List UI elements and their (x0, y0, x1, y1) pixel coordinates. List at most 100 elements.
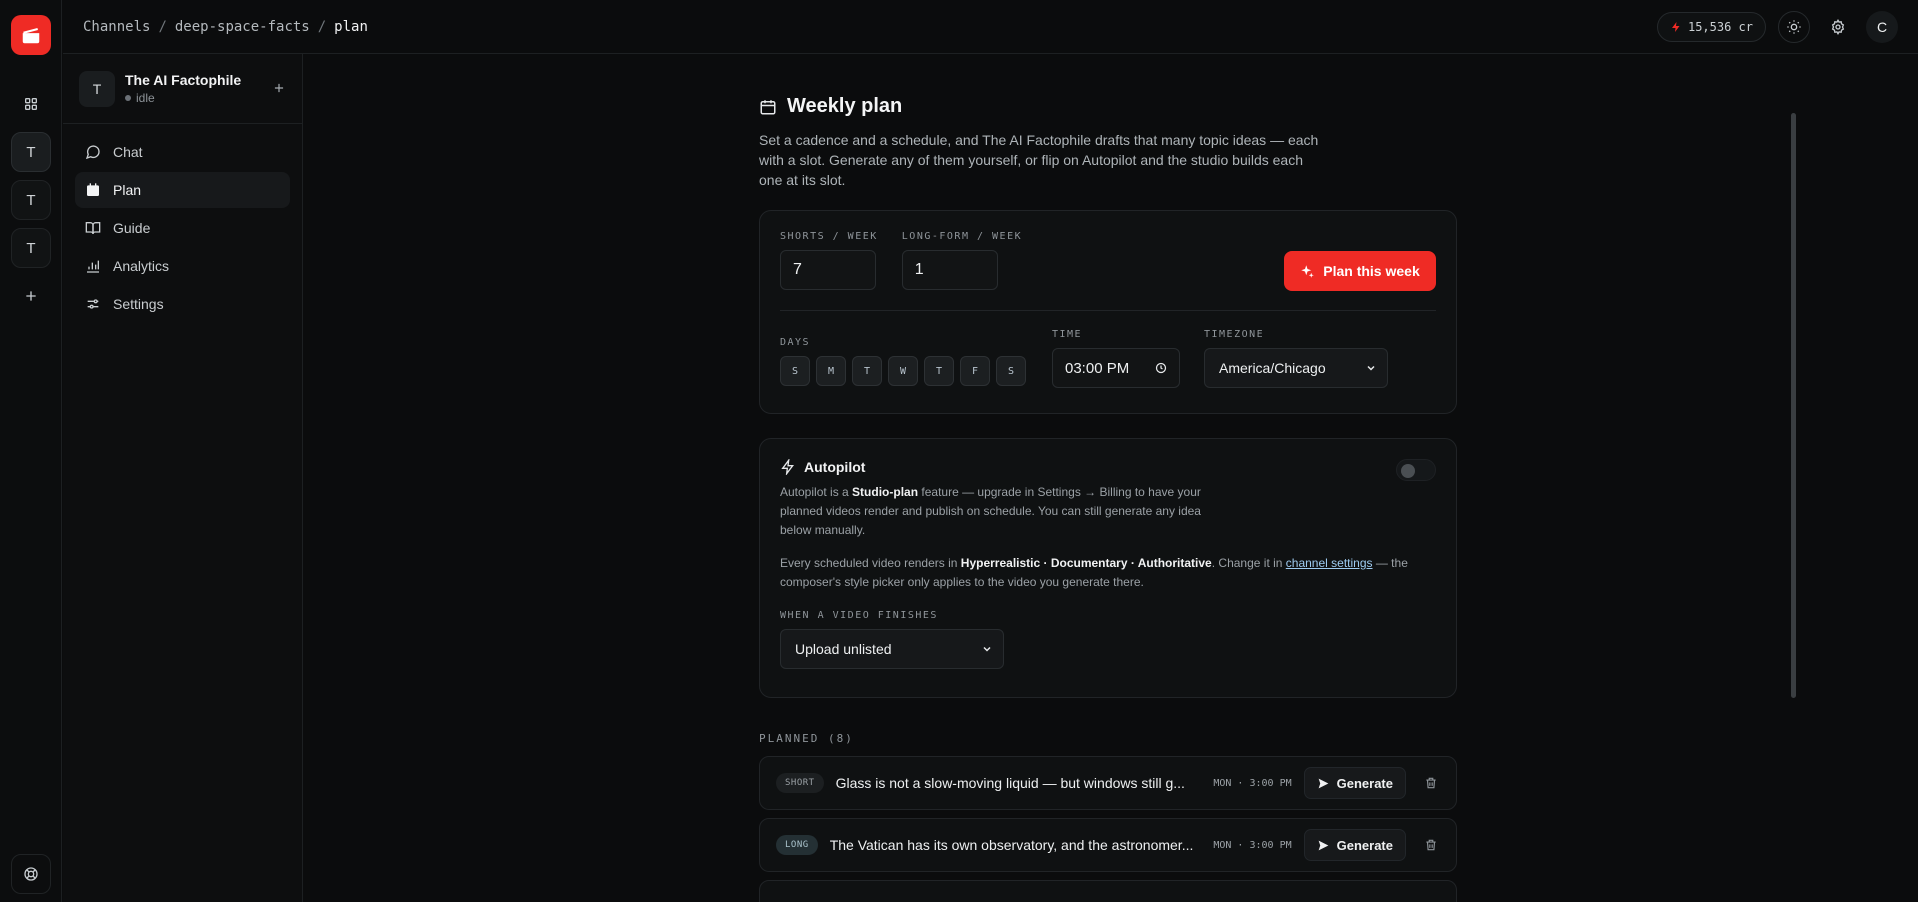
calendar-icon (87, 183, 99, 196)
rail-add-channel-button[interactable] (11, 276, 51, 316)
day-toggle-mon[interactable]: M (816, 356, 846, 386)
sidebar-item-guide[interactable]: Guide (75, 210, 290, 246)
breadcrumb-separator: / (317, 18, 327, 35)
generate-button[interactable]: Generate (1303, 829, 1406, 861)
sidebar-item-chat[interactable]: Chat (75, 134, 290, 170)
calendar-icon (760, 99, 776, 114)
style-text-bold: Hyperrealistic · Documentary · Authorita… (960, 556, 1212, 570)
rail-grid-button[interactable] (11, 84, 51, 124)
day-toggle-tue[interactable]: T (852, 356, 882, 386)
breadcrumb-channels[interactable]: Channels (83, 19, 150, 35)
timezone-value: America/Chicago (1219, 360, 1326, 376)
sidebar-item-label: Chat (113, 144, 143, 160)
day-toggle-fri[interactable]: F (960, 356, 990, 386)
credits-value: 15,536 cr (1687, 19, 1753, 34)
generate-label: Generate (1336, 837, 1393, 853)
autopilot-title: Autopilot (804, 459, 866, 475)
style-text-pre: Every scheduled video renders in (780, 556, 961, 570)
rail-channel-1[interactable]: T (11, 132, 51, 172)
schedule-card: SHORTS / WEEK 7 LONG-FORM / WEEK 1 Plan … (759, 210, 1457, 414)
sidebar-item-label: Guide (113, 220, 151, 236)
clock-icon (1155, 362, 1167, 374)
day-toggle-wed[interactable]: W (888, 356, 918, 386)
top-header: Channels / deep-space-facts / plan 15,53… (63, 0, 1918, 54)
day-toggle-thu[interactable]: T (924, 356, 954, 386)
plan-this-week-button[interactable]: Plan this week (1284, 251, 1436, 291)
finish-action-value: Upload unlisted (795, 641, 892, 657)
add-button[interactable] (272, 79, 286, 99)
time-label: TIME (1052, 329, 1083, 340)
channel-settings-link[interactable]: channel settings (1286, 556, 1373, 570)
lightning-icon (1671, 21, 1680, 32)
breadcrumb-channel[interactable]: deep-space-facts (175, 19, 310, 35)
format-badge: SHORT (776, 773, 824, 793)
format-badge: LONG (776, 835, 818, 855)
generate-label: Generate (1336, 775, 1393, 791)
credits-badge[interactable]: 15,536 cr (1656, 11, 1766, 42)
chevron-down-icon (983, 646, 991, 652)
longform-label: LONG-FORM / WEEK (901, 231, 1023, 242)
autopilot-toggle[interactable] (1396, 459, 1436, 481)
main-content: Weekly plan Set a cadence and a schedule… (304, 55, 1918, 902)
divider (780, 310, 1436, 311)
generate-button[interactable]: Generate (1303, 767, 1406, 799)
finish-action-select[interactable]: Upload unlisted (780, 629, 1004, 669)
channel-avatar: T (79, 70, 115, 107)
render-style-note: Every scheduled video renders in Hyperre… (780, 554, 1420, 592)
send-icon (1318, 778, 1328, 788)
rail-channel-2[interactable]: T (11, 180, 51, 220)
shorts-label: SHORTS / WEEK (780, 231, 878, 242)
delete-button[interactable] (1424, 776, 1438, 790)
planned-label: PLANNED (8) (759, 732, 854, 745)
sidebar-item-label: Plan (113, 182, 142, 198)
time-input[interactable]: 03:00 PM (1052, 348, 1180, 388)
channel-status-text: idle (136, 91, 155, 105)
channel-header: T The AI Factophile idle (63, 54, 302, 124)
sparkle-icon (1301, 264, 1314, 278)
planned-item-slot: MON · 3:00 PM (1213, 839, 1292, 851)
trash-icon (1426, 839, 1436, 851)
grid-icon (24, 98, 37, 110)
breadcrumb-current: plan (334, 18, 368, 35)
user-avatar[interactable]: C (1866, 10, 1898, 43)
rail-help-button[interactable] (11, 854, 51, 894)
planned-item-slot: MON · 3:00 PM (1213, 777, 1292, 789)
bar-chart-icon (87, 260, 99, 273)
autopilot-description: Autopilot is a Studio-plan feature — upg… (780, 483, 1210, 540)
time-value: 03:00 PM (1065, 359, 1130, 377)
day-picker: S M T W T F S (780, 356, 1052, 386)
timezone-select[interactable]: America/Chicago (1204, 348, 1388, 388)
sidebar-nav: Chat Plan Guide Analytics Settings (63, 124, 302, 334)
planned-item: SHORT Glass is not a slow-moving liquid … (759, 756, 1457, 810)
shorts-per-week-input[interactable]: 7 (780, 250, 876, 290)
breadcrumb-separator: / (158, 18, 167, 35)
sidebar-item-analytics[interactable]: Analytics (75, 248, 290, 284)
planned-item-title[interactable]: Glass is not a slow-moving liquid — but … (836, 775, 1202, 791)
scrollbar[interactable] (1791, 113, 1796, 698)
plan-this-week-label: Plan this week (1323, 263, 1420, 279)
planned-item (759, 880, 1457, 902)
app-logo-button[interactable] (11, 15, 51, 55)
delete-button[interactable] (1424, 838, 1438, 852)
sidebar-item-settings[interactable]: Settings (75, 286, 290, 322)
day-toggle-sat[interactable]: S (996, 356, 1026, 386)
rail-channel-3[interactable]: T (11, 228, 51, 268)
autopilot-card: Autopilot Autopilot is a Studio-plan fea… (759, 438, 1457, 698)
channel-name: The AI Factophile (125, 72, 242, 88)
finish-label: WHEN A VIDEO FINISHES (780, 610, 938, 621)
timezone-label: TIMEZONE (1204, 329, 1265, 340)
status-dot (125, 95, 131, 101)
plus-icon (26, 291, 36, 301)
book-icon (85, 222, 101, 235)
planned-item: LONG The Vatican has its own observatory… (759, 818, 1457, 872)
day-toggle-sun[interactable]: S (780, 356, 810, 386)
lightning-icon (781, 459, 794, 475)
page-description: Set a cadence and a schedule, and The AI… (759, 132, 1319, 188)
send-icon (1318, 840, 1328, 850)
settings-button[interactable] (1822, 11, 1854, 43)
channel-status: idle (125, 91, 241, 105)
planned-item-title[interactable]: The Vatican has its own observatory, and… (830, 837, 1202, 853)
theme-toggle-button[interactable] (1778, 10, 1810, 43)
longform-per-week-input[interactable]: 1 (901, 250, 998, 290)
sidebar-item-plan[interactable]: Plan (75, 172, 290, 208)
